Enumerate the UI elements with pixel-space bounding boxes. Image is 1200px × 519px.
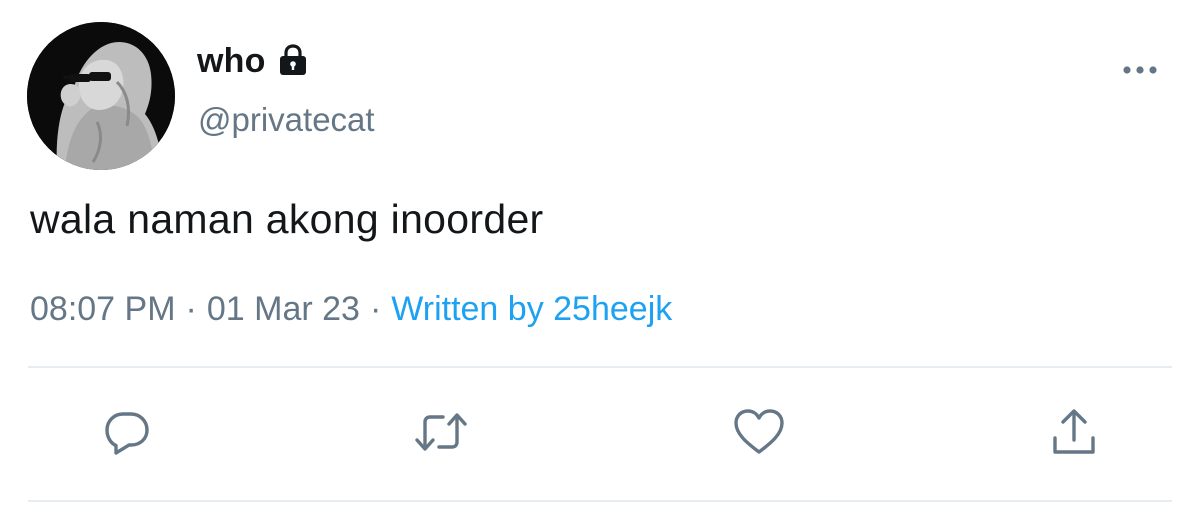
share-button[interactable] [1050,408,1098,456]
tweet-date[interactable]: 01 Mar 23 [207,290,360,329]
lock-icon [276,43,310,77]
like-button[interactable] [733,408,784,456]
tweet-source-link[interactable]: Written by 25heejk [391,290,672,329]
user-handle[interactable]: @privatecat [198,101,375,139]
avatar[interactable] [27,22,175,170]
tweet-time[interactable]: 08:07 PM [30,290,176,329]
tweet-text: wala naman akong inoorder [30,196,544,242]
divider [28,500,1172,502]
retweet-icon [415,413,467,451]
meta-separator: · [185,290,197,328]
share-upload-icon [1053,409,1095,454]
speech-bubble-icon [105,412,149,455]
tweet-card: who @privatecat wala naman akong inoorde… [0,0,1200,519]
divider [28,366,1172,368]
heart-icon [734,409,784,454]
retweet-button[interactable] [413,408,467,456]
display-name-row[interactable]: who [197,40,310,82]
tweet-meta: 08:07 PM · 01 Mar 23 · Written by 25heej… [30,290,672,329]
reply-button[interactable] [103,408,151,456]
avatar-photo [27,22,175,170]
meta-separator: · [369,290,382,328]
display-name[interactable]: who [197,42,266,81]
more-dots-icon[interactable] [1120,60,1160,80]
